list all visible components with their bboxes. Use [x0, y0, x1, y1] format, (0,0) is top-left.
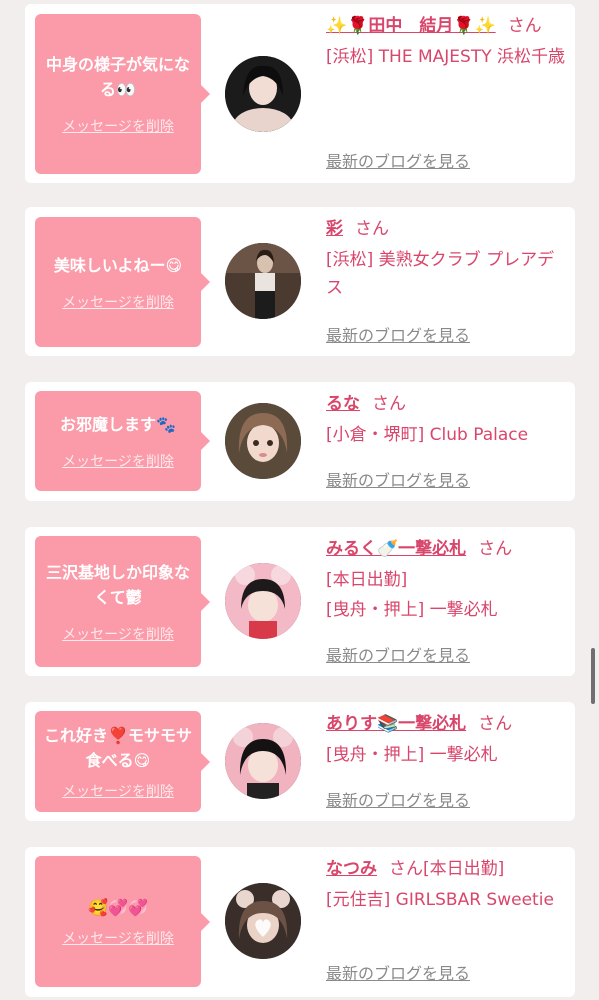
message-text: 美味しいよねー😋 [53, 255, 183, 275]
cast-name-link[interactable]: みるく🍼一撃必札 [326, 539, 466, 559]
name-line: ✨🌹田中 結月🌹✨ さん [326, 14, 570, 39]
message-bubble: 三沢基地しか印象なくて鬱 メッセージを削除 [35, 536, 210, 667]
shop-info: [元住吉] GIRLSBAR Sweetie [326, 890, 554, 910]
cast-name-link[interactable]: なつみ [326, 859, 377, 879]
avatar-photo [225, 883, 301, 959]
avatar[interactable] [225, 563, 301, 639]
honorific: さん [478, 539, 513, 559]
latest-blog-link[interactable]: 最新のブログを見る [326, 467, 470, 491]
avatar-photo [225, 56, 301, 132]
message-card: 中身の様子が気になる👀 メッセージを削除 ✨🌹田中 結月🌹✨ さん [浜松] TH… [25, 4, 575, 183]
message-card: これ好き❣️モサモサ食べる😋 メッセージを削除 ありす📚一撃必札 さん [曳舟・押… [25, 702, 575, 821]
avatar[interactable] [225, 243, 301, 319]
message-bubble: お邪魔します🐾 メッセージを削除 [35, 391, 210, 491]
name-line: みるく🍼一撃必札 さん [326, 537, 570, 562]
honorific: さん [355, 219, 389, 239]
cast-name-link[interactable]: るな [326, 394, 360, 414]
latest-blog-link[interactable]: 最新のブログを見る [326, 322, 470, 346]
name-line: るな さん [326, 392, 570, 417]
avatar[interactable] [225, 403, 301, 479]
latest-blog-link[interactable]: 最新のブログを見る [326, 642, 470, 666]
shop-info: [曳舟・押上] 一撃必札 [326, 600, 498, 620]
delete-message-link[interactable]: メッセージを削除 [62, 451, 174, 471]
work-status: [本日出勤] [326, 570, 408, 590]
message-card: 三沢基地しか印象なくて鬱 メッセージを削除 みるく🍼一撃必札 さん [本日出勤] … [25, 527, 575, 676]
shop-info: [浜松] 美熟女クラブ プレアデス [326, 250, 555, 298]
message-text: 🥰💞💞 [88, 898, 148, 917]
delete-message-link[interactable]: メッセージを削除 [62, 116, 174, 136]
cast-name-link[interactable]: 彩 [326, 219, 343, 239]
avatar[interactable] [225, 56, 301, 132]
latest-blog-link[interactable]: 最新のブログを見る [326, 960, 470, 984]
delete-message-link[interactable]: メッセージを削除 [62, 928, 174, 948]
honorific: さん [372, 394, 406, 414]
avatar[interactable] [225, 883, 301, 959]
name-line: なつみ さん[本日出勤] [326, 857, 570, 882]
avatar-photo [225, 723, 301, 799]
message-card: 美味しいよねー😋 メッセージを削除 彩さん [浜松] 美熟女クラブ プレアデス … [25, 207, 575, 356]
cast-name-link[interactable]: ✨🌹田中 結月🌹✨ [326, 16, 496, 36]
delete-message-link[interactable]: メッセージを削除 [62, 292, 174, 312]
cast-name-link[interactable]: ありす📚一撃必札 [326, 714, 466, 734]
delete-message-link[interactable]: メッセージを削除 [62, 624, 174, 644]
message-bubble: 美味しいよねー😋 メッセージを削除 [35, 217, 210, 347]
honorific: さん [478, 714, 513, 734]
message-card: 🥰💞💞 メッセージを削除 なつみ さん[本日出勤] [元住吉] GIRLSBAR … [25, 847, 575, 997]
name-line: 彩さん [326, 217, 570, 242]
latest-blog-link[interactable]: 最新のブログを見る [326, 787, 470, 811]
avatar[interactable] [225, 723, 301, 799]
avatar-photo [225, 243, 301, 319]
message-bubble: 中身の様子が気になる👀 メッセージを削除 [35, 14, 210, 174]
message-text: これ好き❣️モサモサ食べる😋 [44, 725, 192, 770]
shop-info: [小倉・堺町] Club Palace [326, 425, 529, 445]
latest-blog-link[interactable]: 最新のブログを見る [326, 148, 470, 172]
message-bubble: これ好き❣️モサモサ食べる😋 メッセージを削除 [35, 711, 210, 812]
shop-info: [浜松] THE MAJESTY 浜松千歳 [326, 47, 565, 67]
message-bubble: 🥰💞💞 メッセージを削除 [35, 856, 210, 987]
avatar-photo [225, 563, 301, 639]
delete-message-link[interactable]: メッセージを削除 [62, 781, 174, 801]
honorific: さん[本日出勤] [389, 859, 505, 879]
scrollbar-thumb[interactable] [591, 648, 595, 704]
shop-info: [曳舟・押上] 一撃必札 [326, 745, 498, 765]
name-line: ありす📚一撃必札 さん [326, 712, 570, 737]
message-text: お邪魔します🐾 [60, 414, 176, 434]
message-text: 三沢基地しか印象なくて鬱 [45, 562, 190, 607]
honorific: さん [507, 16, 542, 36]
avatar-photo [225, 403, 301, 479]
message-text: 中身の様子が気になる👀 [45, 55, 190, 99]
message-card: お邪魔します🐾 メッセージを削除 るな さん [小倉・堺町] Club Palac… [25, 382, 575, 501]
message-list: 中身の様子が気になる👀 メッセージを削除 ✨🌹田中 結月🌹✨ さん [浜松] TH… [0, 0, 599, 1000]
